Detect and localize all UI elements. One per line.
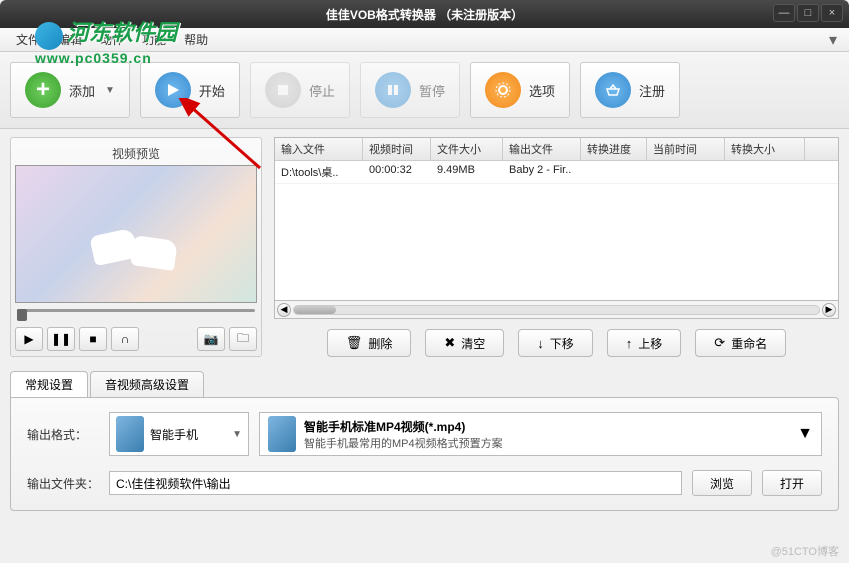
preview-loop-button[interactable]: ∩ [111,327,139,351]
move-down-button[interactable]: ↓下移 [518,329,593,357]
app-title: 佳佳VOB格式转换器 （未注册版本） [326,6,523,23]
col-convsize[interactable]: 转换大小 [725,138,805,160]
phone-icon [116,416,144,452]
menu-edit[interactable]: 编辑 [50,29,90,50]
maximize-button[interactable]: □ [797,4,819,22]
arrow-up-icon: ↑ [626,336,633,351]
format-label: 输出格式： [27,426,99,443]
basket-icon [595,72,631,108]
add-button[interactable]: + 添加 ▼ [10,62,130,118]
register-button[interactable]: 注册 [580,62,680,118]
preview-snapshot-button[interactable]: 📷 [197,327,225,351]
arrow-down-icon: ↓ [537,336,544,351]
folder-label: 输出文件夹： [27,475,99,492]
format-device-select[interactable]: 智能手机 ▼ [109,412,249,456]
phone-icon [268,416,296,452]
tab-advanced[interactable]: 音视频高级设置 [90,371,204,397]
rename-button[interactable]: ⟳重命名 [695,329,786,357]
preview-panel: 视频预览 ▶ ❚❚ ■ ∩ 📷 🗀 [10,137,262,357]
menu-file[interactable]: 文件 [8,29,48,50]
menu-function[interactable]: 功能 [134,29,174,50]
preview-folder-button[interactable]: 🗀 [229,327,257,351]
titlebar: 佳佳VOB格式转换器 （未注册版本） — □ × [0,0,849,28]
move-up-button[interactable]: ↑上移 [607,329,682,357]
col-output[interactable]: 输出文件 [503,138,581,160]
preview-video [15,165,257,303]
preview-stop-button[interactable]: ■ [79,327,107,351]
col-size[interactable]: 文件大小 [431,138,503,160]
stop-icon [265,72,301,108]
chevron-down-icon: ▼ [232,429,242,440]
preview-seek-slider[interactable] [17,309,255,321]
stop-button: 停止 [250,62,350,118]
col-progress[interactable]: 转换进度 [581,138,647,160]
output-folder-input[interactable] [109,471,682,495]
table-hscroll[interactable]: ◀ ▶ [274,301,839,319]
open-button[interactable]: 打开 [762,470,822,496]
chevron-down-icon: ▼ [105,85,115,96]
gear-icon [485,72,521,108]
preview-pause-button[interactable]: ❚❚ [47,327,75,351]
plus-icon: + [25,72,61,108]
table-row[interactable]: D:\tools\桌.. 00:00:32 9.49MB Baby 2 - Fi… [275,161,838,184]
toolbar: + 添加 ▼ 开始 停止 暂停 选项 注册 [0,52,849,129]
menu-overflow-icon[interactable]: ▾ [825,32,841,48]
chevron-down-icon: ▼ [797,425,813,443]
file-table: 输入文件 视频时间 文件大小 输出文件 转换进度 当前时间 转换大小 D:\to… [274,137,839,301]
pause-button: 暂停 [360,62,460,118]
clear-button[interactable]: ✖清空 [425,329,504,357]
pause-icon [375,72,411,108]
format-preset-select[interactable]: 智能手机标准MP4视频(*.mp4) 智能手机最常用的MP4视频格式预置方案 ▼ [259,412,822,456]
start-button[interactable]: 开始 [140,62,240,118]
col-input[interactable]: 输入文件 [275,138,363,160]
options-button[interactable]: 选项 [470,62,570,118]
menu-action[interactable]: 动作 [92,29,132,50]
col-time[interactable]: 视频时间 [363,138,431,160]
close-button[interactable]: × [821,4,843,22]
scroll-right-icon[interactable]: ▶ [822,303,836,317]
x-icon: ✖ [444,335,455,351]
tab-general[interactable]: 常规设置 [10,371,88,397]
preview-play-button[interactable]: ▶ [15,327,43,351]
preview-title: 视频预览 [15,142,257,165]
delete-button[interactable]: 🗑删除 [327,329,412,357]
scroll-left-icon[interactable]: ◀ [277,303,291,317]
footer-watermark: @51CTO博客 [771,543,839,559]
trash-icon: 🗑 [346,335,363,351]
menu-help[interactable]: 帮助 [176,29,216,50]
play-icon [155,72,191,108]
menubar: 文件 编辑 动作 功能 帮助 ▾ [0,28,849,52]
browse-button[interactable]: 浏览 [692,470,752,496]
general-pane: 输出格式： 智能手机 ▼ 智能手机标准MP4视频(*.mp4) 智能手机最常用的… [10,397,839,511]
col-curtime[interactable]: 当前时间 [647,138,725,160]
refresh-icon: ⟳ [714,335,725,351]
minimize-button[interactable]: — [773,4,795,22]
